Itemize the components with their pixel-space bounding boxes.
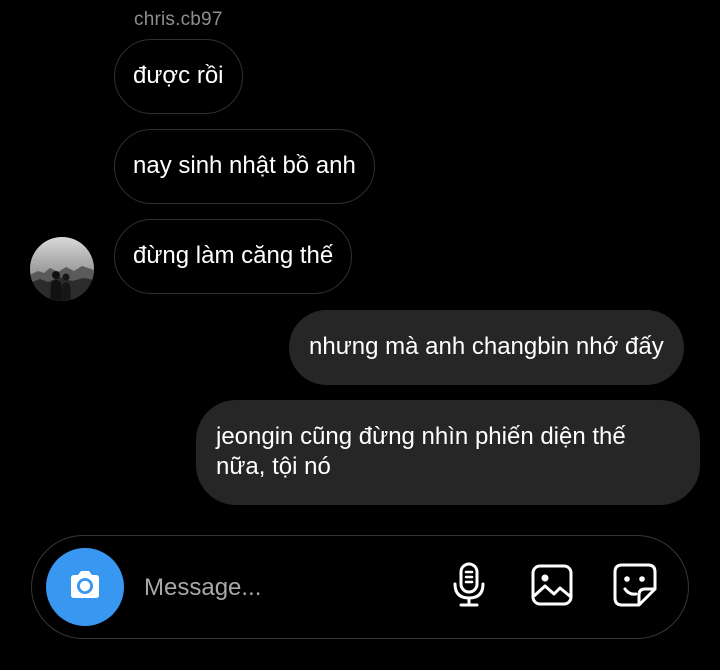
message-composer	[31, 535, 689, 639]
incoming-message-bubble[interactable]: được rồi	[114, 39, 243, 114]
message-input[interactable]	[144, 570, 424, 606]
outgoing-message-bubble[interactable]: nhưng mà anh changbin nhớ đấy	[289, 310, 684, 385]
camera-button[interactable]	[46, 548, 124, 626]
microphone-icon	[449, 562, 489, 613]
avatar-photo	[30, 237, 94, 301]
gallery-button[interactable]	[526, 561, 578, 613]
incoming-message-bubble[interactable]: đừng làm căng thế	[114, 219, 353, 294]
outgoing-message-bubble[interactable]: jeongin cũng đừng nhìn phiến diện thế nữ…	[196, 400, 700, 505]
sender-avatar[interactable]	[30, 237, 94, 301]
incoming-message-bubble[interactable]: nay sinh nhật bồ anh	[114, 129, 375, 204]
voice-message-button[interactable]	[443, 561, 495, 613]
sticker-icon	[612, 562, 658, 613]
image-icon	[530, 563, 574, 612]
camera-icon	[65, 565, 105, 610]
sticker-button[interactable]	[609, 561, 661, 613]
sender-username: chris.cb97	[134, 9, 223, 30]
